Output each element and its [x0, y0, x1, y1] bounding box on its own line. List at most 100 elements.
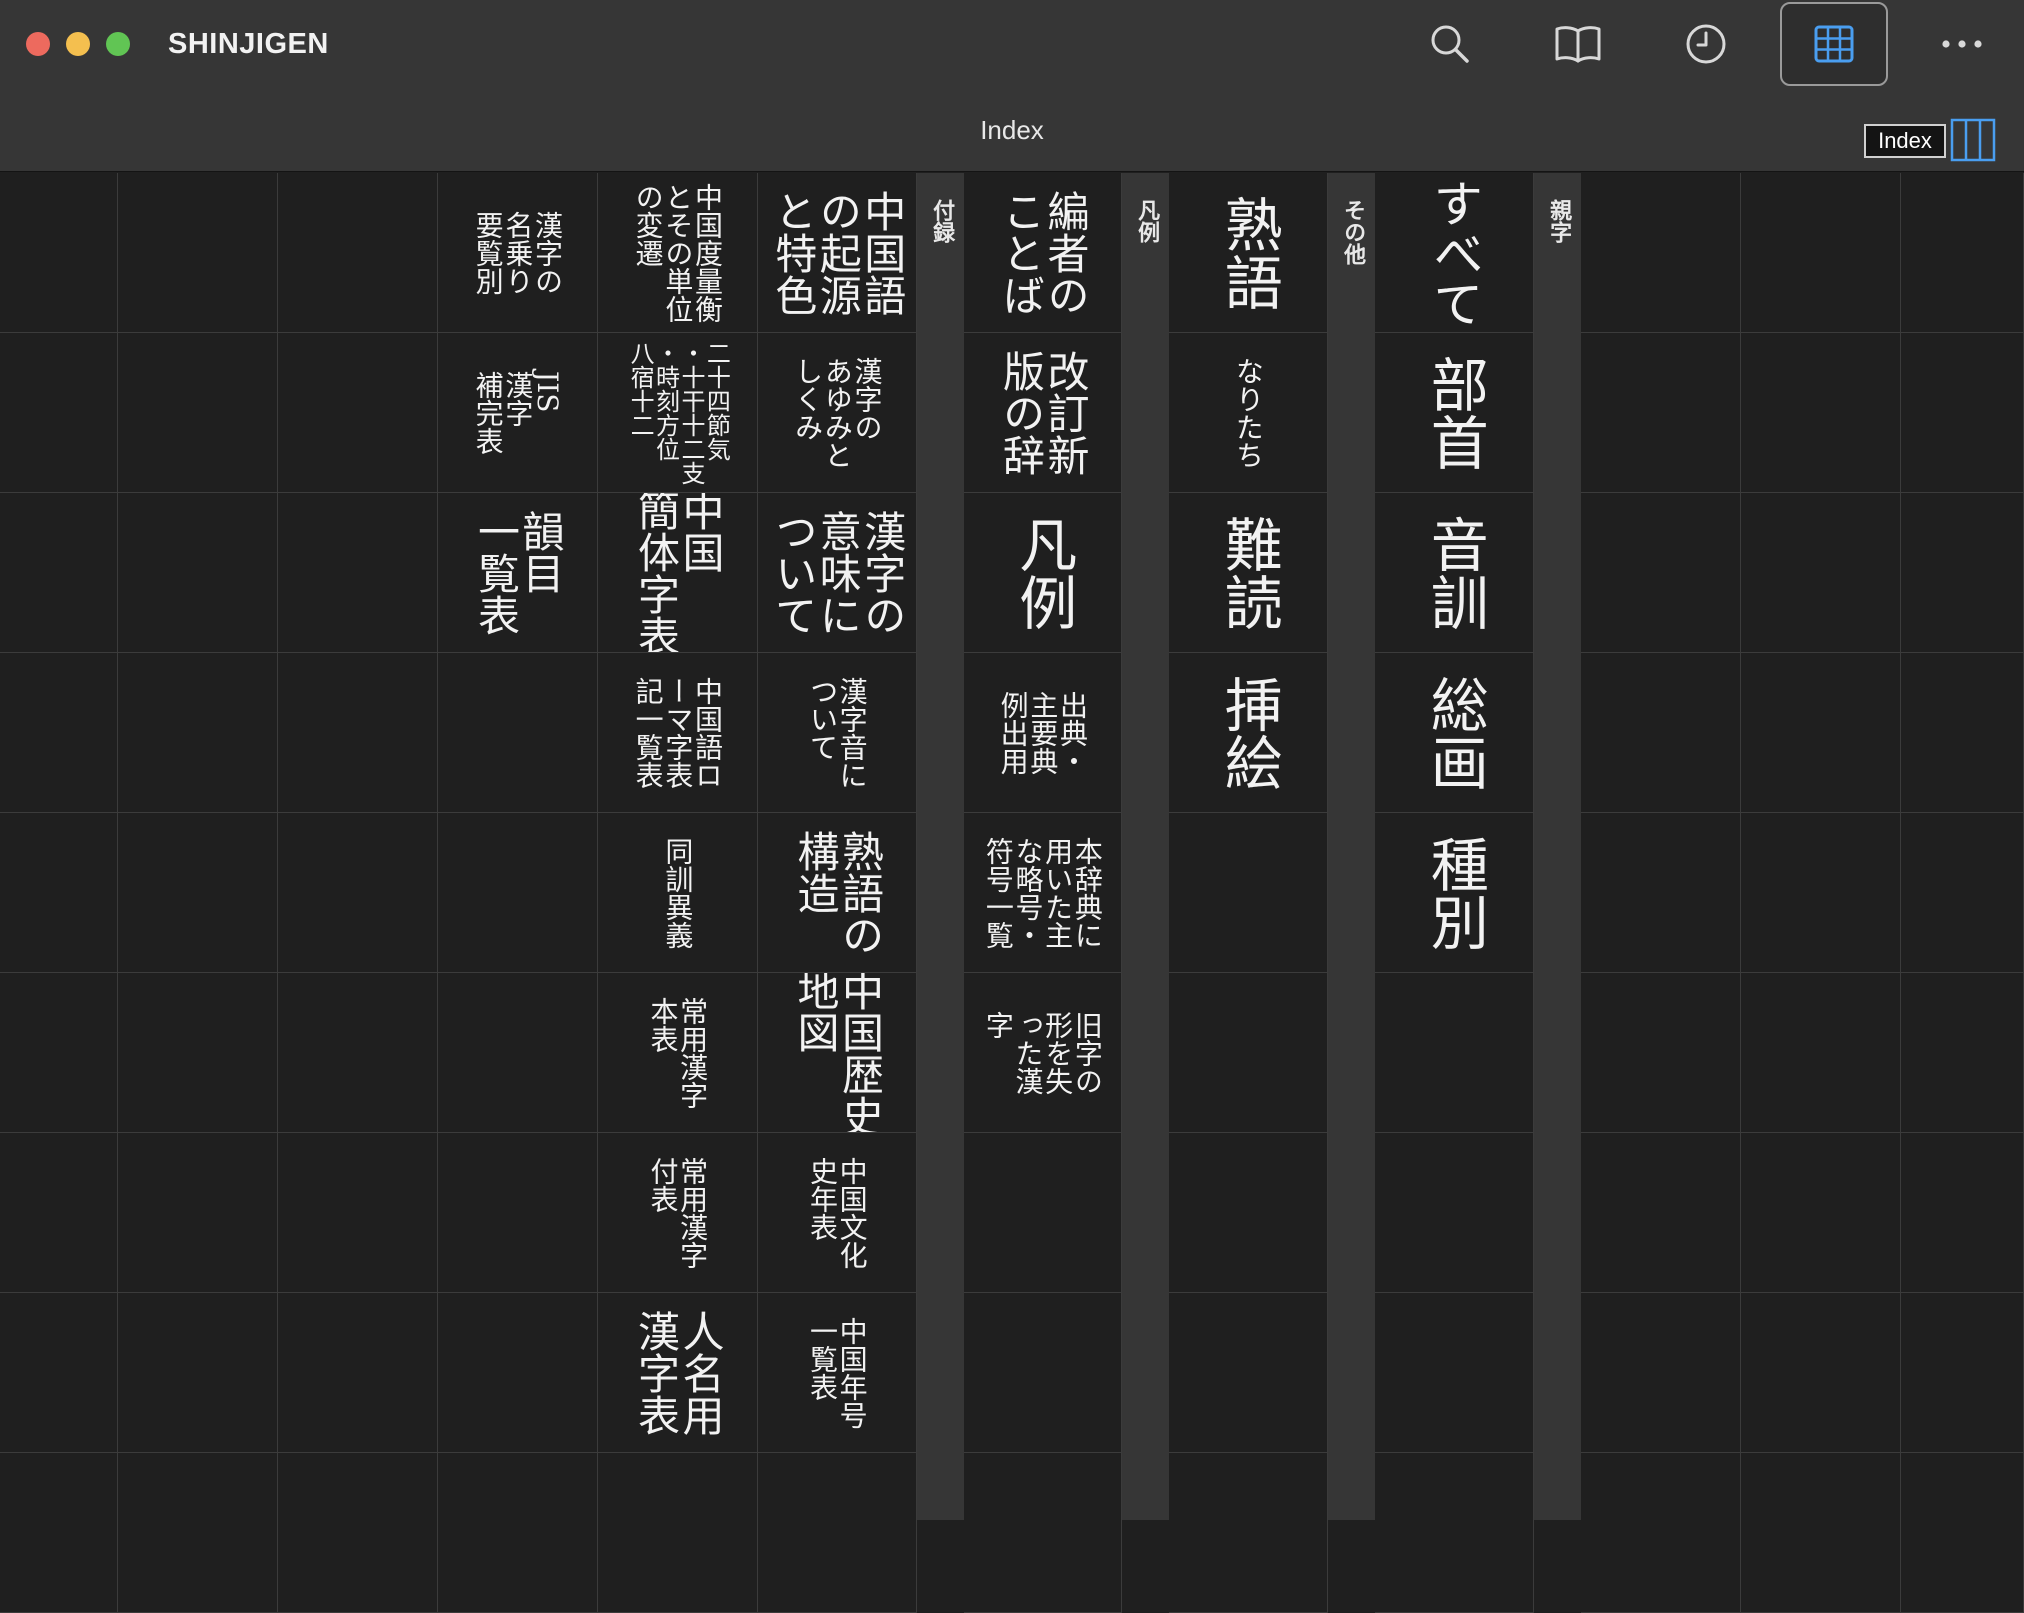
index-grid-button[interactable]: [1780, 2, 1888, 86]
search-icon: [1431, 25, 1469, 63]
empty-cell: [118, 1293, 278, 1453]
index-tile[interactable]: 総画: [1375, 653, 1534, 813]
index-tile[interactable]: 部首: [1375, 333, 1534, 493]
empty-cell: [278, 333, 438, 493]
index-tile-label: 常用漢字 本表: [646, 996, 710, 1109]
empty-cell: [438, 813, 598, 973]
empty-cell: [1581, 493, 1741, 653]
empty-cell: [118, 1453, 278, 1613]
index-tile-label: 漢字の あゆみと しくみ: [791, 356, 884, 469]
bookmarks-button[interactable]: [1524, 2, 1632, 86]
index-tile[interactable]: 音訓: [1375, 493, 1534, 653]
index-tile-label: 編者の ことば: [996, 189, 1091, 316]
empty-cell: [1741, 333, 1901, 493]
index-tile[interactable]: 中国文化 史年表: [758, 1133, 917, 1293]
empty-cell: [1581, 973, 1741, 1133]
index-tile-label: 改訂新 版の辞: [996, 349, 1091, 476]
index-tile[interactable]: 凡例: [964, 493, 1122, 653]
index-tile[interactable]: 改訂新 版の辞: [964, 333, 1122, 493]
index-tile[interactable]: 中国語 の起源 と特色: [758, 173, 917, 333]
index-tile-label: 熟語の 構造: [791, 829, 885, 956]
index-tile[interactable]: 編者の ことば: [964, 173, 1122, 333]
more-button[interactable]: [1908, 2, 2016, 86]
index-tile[interactable]: 熟語の 構造: [758, 813, 917, 973]
index-tile-label: 挿絵: [1214, 674, 1283, 791]
page-title: Index: [980, 115, 1044, 145]
empty-cell: [1901, 653, 2024, 813]
index-tile[interactable]: 中国語ロ ーマ字表 記一覧表: [598, 653, 758, 813]
index-tile[interactable]: JIS 漢字 補完表: [438, 333, 598, 493]
index-tile[interactable]: すべて: [1375, 173, 1534, 333]
index-tile-label: JIS 漢字 補完表: [471, 370, 564, 455]
empty-cell: [1169, 1453, 1328, 1613]
index-tile[interactable]: 旧字の 形を失 った漢 字: [964, 973, 1122, 1133]
empty-cell: [1741, 813, 1901, 973]
index-tile-label: 二十四節気 ・十干十二支 ・時刻方位 八宿十二: [626, 340, 731, 485]
empty-cell: [1901, 1453, 2024, 1613]
index-tile-label: 本辞典に 用いた主 な略号・ 符号一覧: [981, 836, 1104, 949]
index-tile-label: 凡例: [1009, 514, 1078, 631]
index-tile[interactable]: なりたち: [1169, 333, 1328, 493]
index-tile[interactable]: 常用漢字 付表: [598, 1133, 758, 1293]
empty-cell: [1581, 813, 1741, 973]
zoom-window-button[interactable]: [106, 32, 130, 56]
index-tile[interactable]: 中国歴史 地図: [758, 973, 917, 1133]
search-button[interactable]: [1396, 2, 1504, 86]
empty-cell: [1169, 813, 1328, 973]
index-tile[interactable]: 本辞典に 用いた主 な略号・ 符号一覧: [964, 813, 1122, 973]
empty-cell: [1581, 173, 1741, 333]
empty-cell: [1581, 1133, 1741, 1293]
index-tile[interactable]: 常用漢字 本表: [598, 973, 758, 1133]
section-label-other: その他: [1340, 199, 1366, 265]
index-tile[interactable]: 漢字の あゆみと しくみ: [758, 333, 917, 493]
empty-cell: [438, 973, 598, 1133]
empty-cell: [438, 1453, 598, 1613]
empty-cell: [278, 973, 438, 1133]
index-tile[interactable]: 人名用 漢字表: [598, 1293, 758, 1453]
index-tile-label: 漢字の 意味に ついて: [768, 509, 907, 636]
empty-cell: [278, 1293, 438, 1453]
empty-cell: [1741, 493, 1901, 653]
index-tile[interactable]: 漢字音に ついて: [758, 653, 917, 813]
empty-cell: [1741, 653, 1901, 813]
index-tile-label: 種別: [1420, 834, 1489, 951]
empty-cell: [964, 1133, 1122, 1293]
index-tile-label: 中国語ロ ーマ字表 記一覧表: [631, 676, 724, 789]
index-tile-label: 中国 簡体字表: [631, 493, 726, 653]
index-tile[interactable]: 熟語: [1169, 173, 1328, 333]
empty-cell: [1901, 813, 2024, 973]
empty-cell: [1901, 973, 2024, 1133]
empty-cell: [0, 173, 118, 333]
empty-cell: [1741, 1453, 1901, 1613]
empty-cell: [1581, 1293, 1741, 1453]
index-tile[interactable]: 難読: [1169, 493, 1328, 653]
index-tile[interactable]: 同訓異義: [598, 813, 758, 973]
index-tile-label: すべて: [1425, 177, 1484, 328]
index-tile[interactable]: 出典・ 主要典 例出用: [964, 653, 1122, 813]
index-tile-label: 中国文化 史年表: [806, 1156, 869, 1269]
index-tile[interactable]: 中国度量衡 とその単位 の変遷: [598, 173, 758, 333]
history-button[interactable]: [1652, 2, 1760, 86]
index-tile[interactable]: 漢字の 名乗り 要覧別: [438, 173, 598, 333]
index-tile-label: 中国歴史 地図: [791, 973, 885, 1133]
index-tile[interactable]: 漢字の 意味に ついて: [758, 493, 917, 653]
index-tile-label: 部首: [1420, 354, 1489, 471]
empty-cell: [438, 1293, 598, 1453]
section-bar-other: その他: [1328, 173, 1375, 1520]
columns-toggle[interactable]: [1950, 118, 1996, 162]
empty-cell: [1901, 493, 2024, 653]
index-tile[interactable]: 中国年号 一覧表: [758, 1293, 917, 1453]
empty-cell: [964, 1293, 1122, 1453]
empty-cell: [118, 973, 278, 1133]
empty-cell: [118, 173, 278, 333]
close-window-button[interactable]: [26, 32, 50, 56]
index-tile[interactable]: 中国 簡体字表: [598, 493, 758, 653]
empty-cell: [1375, 1133, 1534, 1293]
empty-cell: [1169, 1293, 1328, 1453]
minimize-window-button[interactable]: [66, 32, 90, 56]
index-tile[interactable]: 二十四節気 ・十干十二支 ・時刻方位 八宿十二: [598, 333, 758, 493]
index-tile[interactable]: 韻目 一覧表: [438, 493, 598, 653]
index-tile[interactable]: 挿絵: [1169, 653, 1328, 813]
index-tile[interactable]: 種別: [1375, 813, 1534, 973]
empty-cell: [0, 1453, 118, 1613]
